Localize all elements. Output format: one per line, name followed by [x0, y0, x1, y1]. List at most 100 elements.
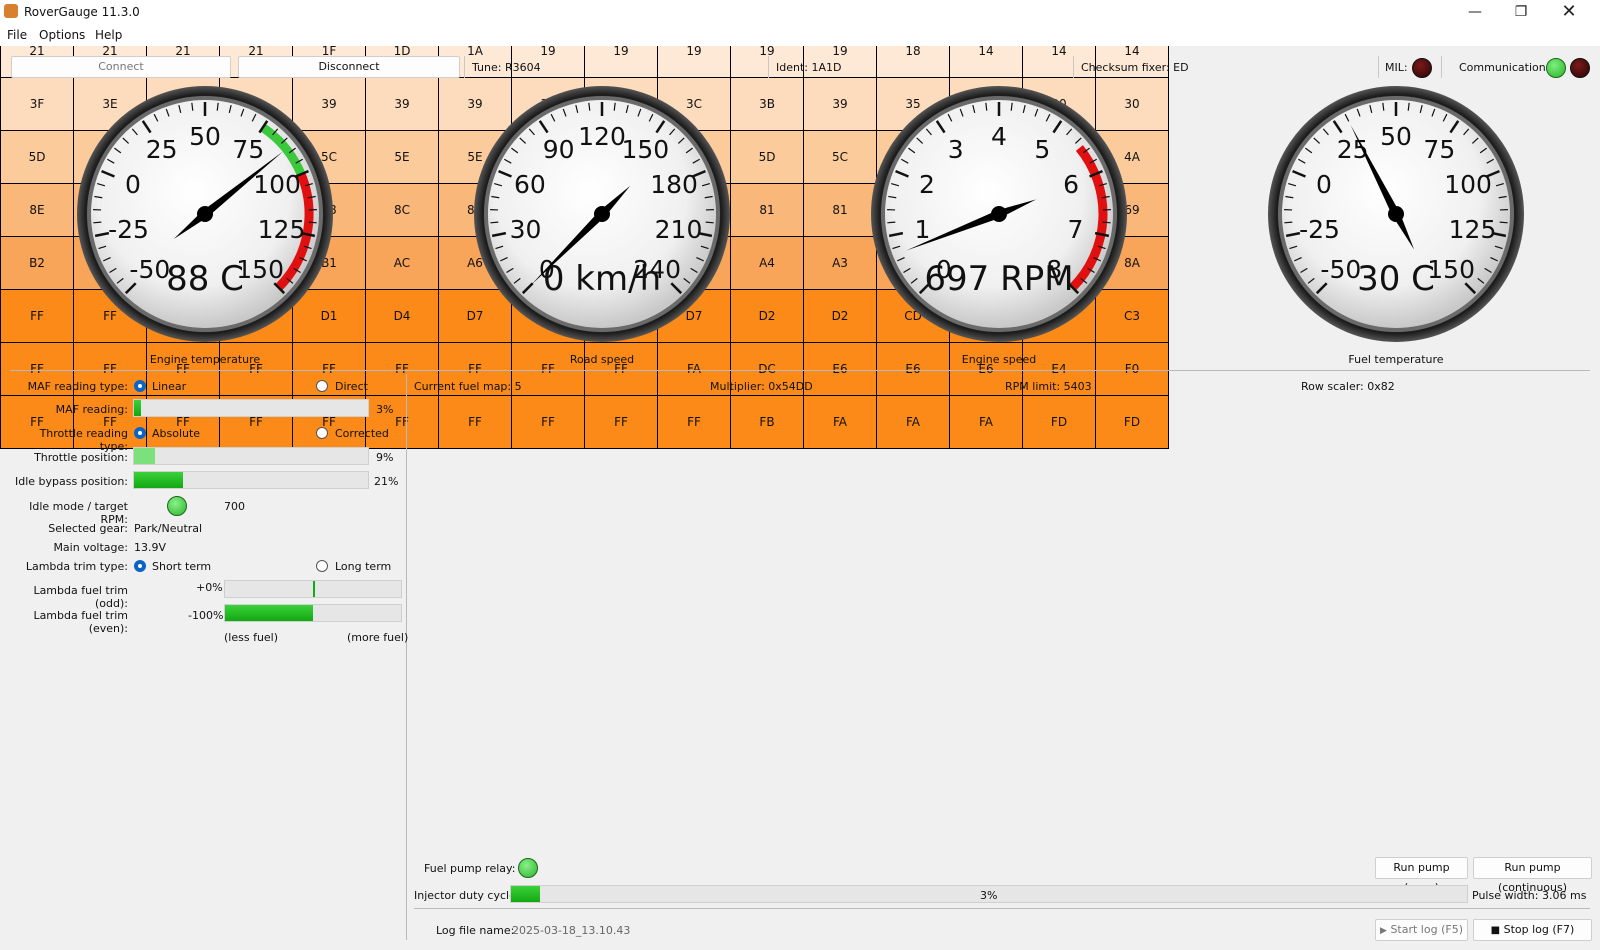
- start-log-label: Start log (F5): [1390, 923, 1463, 936]
- gauge-hub: [991, 206, 1007, 222]
- divider: [464, 56, 465, 78]
- fuel-map-cell[interactable]: FD: [1022, 395, 1096, 449]
- fuel-map-cell[interactable]: 8E: [0, 183, 74, 237]
- fuel-map-cell[interactable]: FF: [0, 289, 74, 343]
- gauge-tick-label: 5: [1034, 135, 1050, 164]
- fuel-map-cell[interactable]: E6: [876, 342, 950, 396]
- fuel-map-cell[interactable]: 3F: [0, 77, 74, 131]
- fuel-map-cell[interactable]: A4: [730, 236, 804, 290]
- fuel-map-cell[interactable]: FA: [876, 395, 950, 449]
- fuel-map-cell[interactable]: FF: [511, 395, 585, 449]
- idle-bypass-fill: [134, 472, 184, 488]
- fuel-map-cell[interactable]: 5C: [803, 130, 877, 184]
- gauge-tick-label: 1: [915, 215, 931, 244]
- fuel-map-cell[interactable]: 81: [803, 183, 877, 237]
- fuel-map-cell[interactable]: 5D: [0, 130, 74, 184]
- rpm-limit: RPM limit: 5403: [1005, 380, 1092, 393]
- fuel-map-cell[interactable]: 3B: [730, 77, 804, 131]
- fuel-map-cell[interactable]: FB: [730, 395, 804, 449]
- checksum-label: Checksum fixer: ED: [1081, 61, 1189, 74]
- communications-label: Communications:: [1459, 61, 1556, 74]
- horizontal-divider: [414, 908, 1590, 909]
- trim-even-fill: [225, 605, 313, 621]
- fuel-map-cell[interactable]: FA: [949, 395, 1023, 449]
- fuel-map-cell[interactable]: B2: [0, 236, 74, 290]
- throttle-absolute-radio[interactable]: [134, 427, 146, 439]
- gauge-minor-tick: [1284, 221, 1293, 224]
- connect-button[interactable]: Connect: [11, 56, 231, 78]
- minimize-icon[interactable]: —: [1452, 2, 1498, 22]
- gauge-tick-label: 125: [1449, 215, 1497, 244]
- idle-bypass-value: 21%: [374, 475, 399, 488]
- gauge-tick-label: 2: [919, 170, 935, 199]
- fuel-map-cell[interactable]: 39: [365, 77, 439, 131]
- fuel-map-cell[interactable]: FF: [511, 342, 585, 396]
- lambda-short-text: Short term: [152, 560, 212, 573]
- start-log-button[interactable]: ▶ Start log (F5): [1375, 919, 1468, 941]
- gauge-tick-label: 0: [1316, 170, 1332, 199]
- trim-odd-label: Lambda fuel trim (odd):: [33, 584, 128, 610]
- run-pump-once-button[interactable]: Run pump (once): [1375, 857, 1468, 894]
- voltage-value: 13.9V: [134, 541, 167, 554]
- fuel-map-cell[interactable]: FF: [219, 342, 293, 396]
- close-icon[interactable]: ✕: [1546, 2, 1592, 22]
- lambda-short-radio[interactable]: [134, 560, 146, 572]
- gauge-tick-label: 25: [146, 135, 178, 164]
- gauge-tick-label: 75: [232, 135, 264, 164]
- stop-icon: ■: [1490, 925, 1501, 936]
- fuel-map-cell[interactable]: A3: [803, 236, 877, 290]
- vertical-divider: [406, 374, 407, 940]
- fuel-map-cell[interactable]: 81: [730, 183, 804, 237]
- gear-value: Park/Neutral: [134, 522, 203, 535]
- lambda-long-radio[interactable]: [316, 560, 328, 572]
- menu-bar: [0, 24, 1600, 46]
- throttle-corrected-radio[interactable]: [316, 427, 328, 439]
- fuel-map-cell[interactable]: FF: [657, 395, 731, 449]
- throttle-position-label: Throttle position:: [34, 451, 128, 464]
- gauge-tick-label: 180: [650, 170, 698, 199]
- fuel-map-cell[interactable]: E6: [803, 342, 877, 396]
- fuel-map-cell[interactable]: F0: [1095, 342, 1169, 396]
- maf-linear-radio[interactable]: [134, 380, 146, 392]
- gauge-hub: [1388, 206, 1404, 222]
- fuel-map-cell[interactable]: 39: [803, 77, 877, 131]
- road-speed-caption: Road speed: [569, 353, 635, 366]
- fuel-map-cell[interactable]: FF: [584, 342, 658, 396]
- fuel-map-cell[interactable]: 5D: [730, 130, 804, 184]
- maf-type-label: MAF reading type:: [27, 380, 128, 393]
- pump-relay-lamp: [518, 858, 538, 878]
- trim-even-value: -100%: [188, 609, 224, 622]
- gauge-tick-label: 3: [948, 135, 964, 164]
- menu-help[interactable]: Help: [95, 28, 122, 42]
- stop-log-button[interactable]: ■ Stop log (F7): [1473, 919, 1592, 941]
- fuel-map-cell[interactable]: FA: [803, 395, 877, 449]
- fuel-map-cell[interactable]: D4: [365, 289, 439, 343]
- gauge-tick-label: 50: [1380, 122, 1412, 151]
- fuel-map-cell[interactable]: FD: [1095, 395, 1169, 449]
- menu-file[interactable]: File: [7, 28, 27, 42]
- fuel-map-cell[interactable]: D2: [730, 289, 804, 343]
- trim-even-label: Lambda fuel trim (even):: [33, 609, 128, 635]
- horizontal-divider: [10, 370, 1590, 371]
- menu-options[interactable]: Options: [39, 28, 85, 42]
- run-pump-continuous-button[interactable]: Run pump (continuous): [1473, 857, 1592, 894]
- fuel-map-cell[interactable]: D2: [803, 289, 877, 343]
- log-file-name[interactable]: 2025-03-18_13.10.43: [512, 924, 630, 937]
- disconnect-button[interactable]: Disconnect: [238, 56, 460, 78]
- maf-direct-radio[interactable]: [316, 380, 328, 392]
- throttle-absolute-text: Absolute: [152, 427, 201, 440]
- fuel-map-cell[interactable]: 5E: [365, 130, 439, 184]
- gauge-tick-label: 90: [543, 135, 575, 164]
- log-file-label: Log file name:: [436, 924, 515, 937]
- gauge-tick-label: -25: [108, 215, 149, 244]
- fuel-map-cell[interactable]: 8C: [365, 183, 439, 237]
- restore-icon[interactable]: ❐: [1498, 2, 1544, 22]
- comm-rx-lamp: [1546, 58, 1566, 78]
- lambda-type-label: Lambda trim type:: [25, 560, 128, 573]
- gauge-tick-label: 6: [1063, 170, 1079, 199]
- fuel-map-cell[interactable]: FF: [438, 395, 512, 449]
- more-fuel-label: (more fuel): [347, 631, 409, 644]
- fuel-map-cell[interactable]: AC: [365, 236, 439, 290]
- mil-label: MIL:: [1385, 61, 1408, 74]
- fuel-map-cell[interactable]: FF: [584, 395, 658, 449]
